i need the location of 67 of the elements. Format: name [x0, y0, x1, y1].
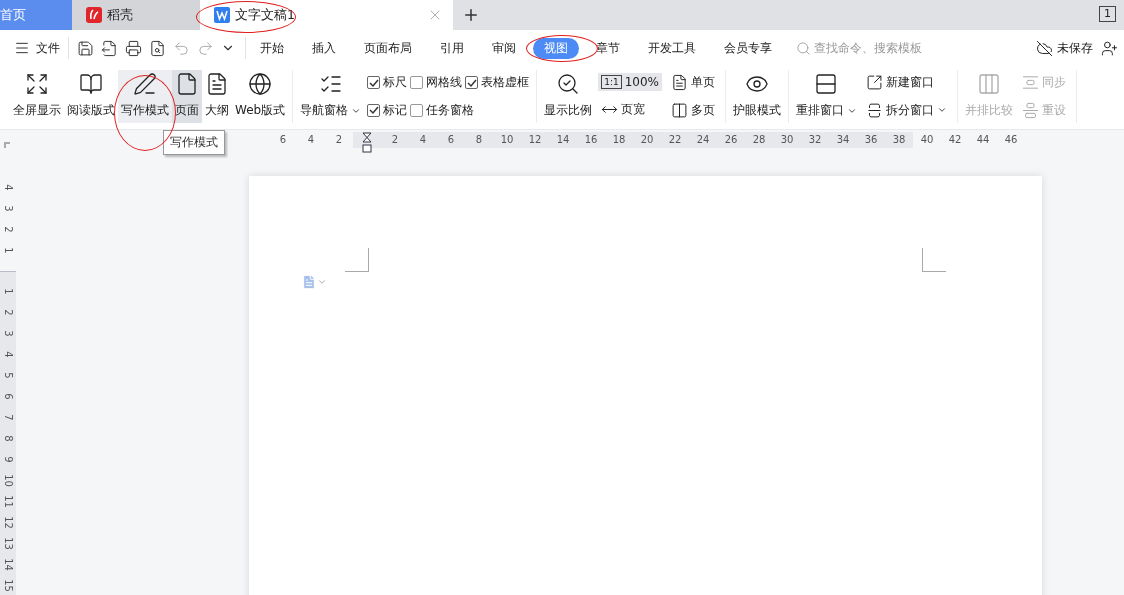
- zoom-option[interactable]: 多页: [667, 99, 718, 121]
- writer-logo-icon: [214, 7, 230, 23]
- menu-tab[interactable]: 会员专享: [713, 37, 783, 59]
- page-icon: [175, 72, 199, 96]
- globe-icon: [248, 72, 273, 96]
- document-tab[interactable]: 稻壳: [72, 0, 200, 30]
- checkbox[interactable]: [410, 76, 424, 90]
- view-mode-button[interactable]: Web版式: [232, 70, 289, 123]
- arrange-window-button[interactable]: 重排窗口: [792, 70, 860, 123]
- checkbox-label: 标尺: [383, 74, 408, 92]
- menu-tab[interactable]: 章节: [585, 37, 631, 59]
- two-pages-icon: [670, 101, 688, 119]
- nav-pane-button[interactable]: 导航窗格: [297, 70, 365, 123]
- plus-icon: [462, 6, 480, 24]
- file-menu[interactable]: 文件: [14, 37, 69, 59]
- window-count[interactable]: 1: [1099, 6, 1116, 22]
- checkbox[interactable]: [410, 103, 424, 117]
- save-icon[interactable]: [77, 39, 94, 57]
- checkbox[interactable]: [367, 76, 381, 90]
- window-button[interactable]: 新建窗口: [862, 72, 950, 94]
- cloud-icon: [1036, 39, 1053, 57]
- split-window-icon: [865, 101, 883, 119]
- outline-icon: [205, 72, 229, 96]
- checkbox-label: 网格线: [426, 74, 463, 92]
- indent-marker-icon[interactable]: [362, 132, 372, 154]
- menu-tab[interactable]: 引用: [429, 37, 475, 59]
- save-status[interactable]: 未保存: [1036, 39, 1093, 57]
- book-icon: [79, 72, 103, 96]
- window-button[interactable]: 拆分窗口: [862, 99, 950, 121]
- view-mode-button[interactable]: 写作模式: [118, 70, 172, 123]
- new-window-icon: [865, 74, 883, 92]
- export-icon[interactable]: [101, 39, 118, 57]
- add-user-icon[interactable]: [1101, 39, 1118, 57]
- expand-icon: [25, 72, 49, 96]
- side-by-side-icon: [976, 72, 1001, 96]
- menu-tab[interactable]: 插入: [301, 37, 347, 59]
- single-page-icon: [670, 74, 688, 92]
- document-tab[interactable]: 文字文稿1: [200, 0, 453, 30]
- view-mode-button[interactable]: 全屏显示: [10, 70, 64, 123]
- zoom-option[interactable]: 单页: [667, 72, 718, 94]
- leaf-logo-icon: [86, 7, 102, 23]
- menu-icon: [14, 40, 30, 56]
- search-icon: [796, 40, 811, 56]
- menu-tab[interactable]: 开始: [249, 37, 295, 59]
- margin-corner-mark: [345, 248, 369, 272]
- margin-corner-mark: [922, 248, 946, 272]
- checkbox[interactable]: [465, 76, 479, 90]
- menu-tab[interactable]: 页面布局: [353, 37, 423, 59]
- zoom-option[interactable]: 1:1 100%: [598, 73, 662, 91]
- checkbox[interactable]: [367, 103, 381, 117]
- ratio-icon: 1:1: [601, 75, 622, 89]
- zoom-button[interactable]: 显示比例: [541, 70, 596, 123]
- eye-care-button[interactable]: 护眼模式: [729, 70, 784, 123]
- pen-icon: [133, 72, 157, 96]
- checkbox-label: 标记: [383, 101, 408, 119]
- print-icon[interactable]: [125, 39, 142, 57]
- zoom-option[interactable]: 页宽: [598, 99, 662, 120]
- menu-tab[interactable]: 开发工具: [637, 37, 707, 59]
- sync-icon: [1021, 74, 1039, 92]
- preview-icon[interactable]: [149, 39, 166, 57]
- tooltip: 写作模式: [163, 130, 225, 155]
- checkbox-label: 任务窗格: [426, 101, 475, 119]
- view-mode-button[interactable]: 大纲: [202, 70, 232, 123]
- checkbox-label: 表格虚框: [481, 74, 530, 92]
- stacked-windows-icon: [814, 72, 839, 96]
- reset-icon: [1021, 101, 1039, 119]
- menu-tab[interactable]: 审阅: [481, 37, 527, 59]
